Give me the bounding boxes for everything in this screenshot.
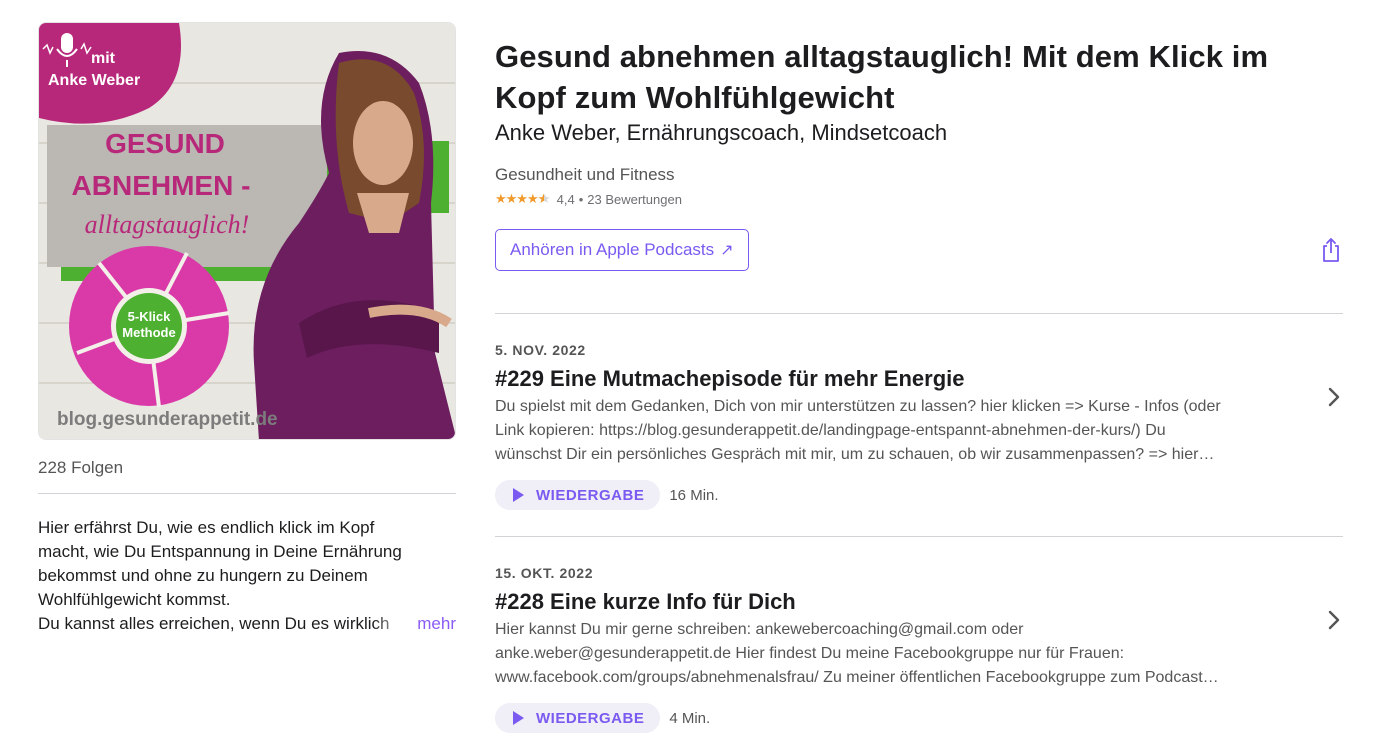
- play-label: WIEDERGABE: [536, 486, 645, 504]
- episode-date: 15. OKT. 2022: [495, 565, 594, 581]
- episode-date: 5. NOV. 2022: [495, 342, 586, 358]
- podcast-main: Gesund abnehmen alltagstauglich! Mit dem…: [495, 36, 1343, 748]
- description-line: macht, wie Du Entspannung in Deine Ernäh…: [38, 542, 402, 561]
- listen-button-label: Anhören in Apple Podcasts: [510, 240, 715, 259]
- chevron-right-icon[interactable]: [1327, 609, 1341, 631]
- artwork-method1: 5-Klick: [128, 309, 171, 324]
- episode-item[interactable]: 15. OKT. 2022 #228 Eine kurze Info für D…: [495, 537, 1343, 748]
- more-link[interactable]: mehr: [373, 612, 456, 636]
- artwork-image: mit Anke Weber GESUND ABNEHMEN - alltags…: [39, 23, 455, 439]
- listen-in-apple-podcasts-button[interactable]: Anhören in Apple Podcasts ↗: [495, 229, 749, 271]
- star-rating-icon: ★★★★★★: [495, 191, 550, 206]
- podcast-description: Hier erfährst Du, wie es endlich klick i…: [38, 516, 456, 636]
- podcast-artwork: mit Anke Weber GESUND ABNEHMEN - alltags…: [38, 22, 456, 440]
- description-line-text: Du kannst alles erreichen, wenn Du es wi…: [38, 614, 390, 633]
- share-icon[interactable]: [1319, 237, 1343, 263]
- artwork-name: Anke Weber: [48, 72, 140, 89]
- play-button[interactable]: WIEDERGABE: [495, 480, 661, 510]
- actions-row: Anhören in Apple Podcasts ↗: [495, 229, 1343, 271]
- episode-item[interactable]: 5. NOV. 2022 #229 Eine Mutmachepisode fü…: [495, 314, 1343, 536]
- podcast-sidebar: mit Anke Weber GESUND ABNEHMEN - alltags…: [38, 22, 456, 636]
- external-arrow-icon: ↗: [720, 242, 734, 259]
- rating-value: 4,4: [556, 191, 575, 207]
- divider: [38, 493, 456, 494]
- chevron-right-icon[interactable]: [1327, 386, 1341, 408]
- artwork-url: blog.gesunderappetit.de: [57, 409, 278, 430]
- rating-count: 23 Bewertungen: [587, 191, 682, 207]
- artwork-line2: ABNEHMEN -: [72, 170, 251, 201]
- episode-title[interactable]: #228 Eine kurze Info für Dich: [495, 588, 1343, 616]
- episode-description-line: www.facebook.com/groups/abnehmenalsfrau/…: [495, 669, 1219, 686]
- page-title: Gesund abnehmen alltagstauglich! Mit dem…: [495, 39, 1269, 115]
- play-label: WIEDERGABE: [536, 709, 645, 727]
- episodes-count: 228 Folgen: [38, 458, 124, 477]
- play-icon: [513, 711, 524, 725]
- episode-description-line: anke.weber@gesunderappetit.de Hier finde…: [495, 645, 1125, 662]
- episode-controls: WIEDERGABE 16 Min.: [495, 480, 1343, 510]
- episode-description: Du spielst mit dem Gedanken, Dich von mi…: [495, 395, 1325, 467]
- play-icon: [513, 488, 524, 502]
- episode-title[interactable]: #229 Eine Mutmachepisode für mehr Energi…: [495, 365, 1343, 393]
- description-line: Hier erfährst Du, wie es endlich klick i…: [38, 518, 375, 537]
- artwork-mit: mit: [91, 50, 116, 67]
- episode-description-line: wünschst Dir ein persönliches Gespräch m…: [495, 446, 1215, 463]
- podcast-author[interactable]: Anke Weber, Ernährungscoach, Mindsetcoac…: [495, 119, 1343, 147]
- podcast-category[interactable]: Gesundheit und Fitness: [495, 165, 1343, 185]
- artwork-line3: alltagstauglich!: [85, 210, 250, 239]
- rating-separator: •: [578, 191, 584, 207]
- episode-controls: WIEDERGABE 4 Min.: [495, 703, 1343, 733]
- episode-description-line: Hier kannst Du mir gerne schreiben: anke…: [495, 621, 1024, 638]
- rating: ★★★★★★ 4,4 • 23 Bewertungen: [495, 191, 1343, 207]
- episode-description: Hier kannst Du mir gerne schreiben: anke…: [495, 618, 1325, 690]
- description-line: Wohlfühlgewicht kommst.: [38, 590, 231, 609]
- description-line: bekommst und ohne zu hungern zu Deinem: [38, 566, 368, 585]
- artwork-line1: GESUND: [105, 128, 225, 159]
- artwork-method2: Methode: [122, 325, 175, 340]
- episode-description-line: Link kopieren: https://blog.gesunderappe…: [495, 422, 1166, 439]
- episode-description-line: Du spielst mit dem Gedanken, Dich von mi…: [495, 398, 1221, 415]
- episode-duration: 16 Min.: [669, 486, 719, 504]
- description-line: Du kannst alles erreichen, wenn Du es wi…: [38, 612, 456, 636]
- play-button[interactable]: WIEDERGABE: [495, 703, 661, 733]
- episode-duration: 4 Min.: [669, 709, 711, 727]
